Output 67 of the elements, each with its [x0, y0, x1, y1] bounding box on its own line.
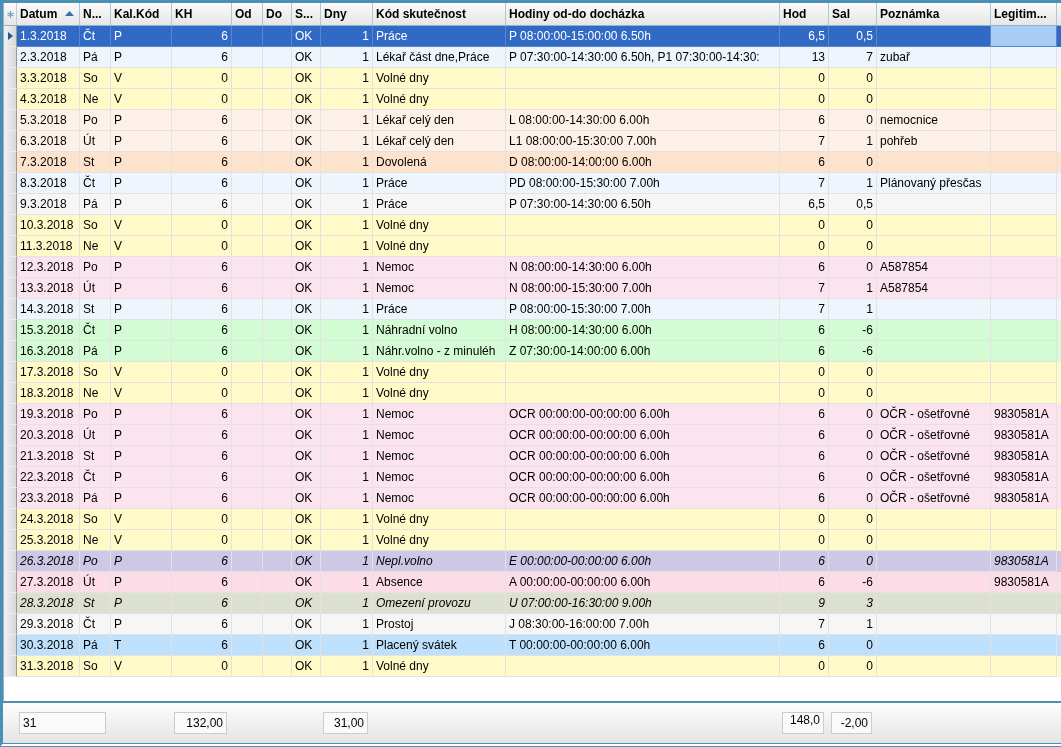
table-row[interactable]: 12.3.2018 Po P 6 OK 1 Nemoc N 08:00:00-14:30:00 6.00h 6 0 A587854 [4, 257, 1061, 278]
table-row[interactable]: 3.3.2018 So V 0 OK 1 Volné dny 0 0 [4, 68, 1061, 89]
sort-ascending-icon [65, 11, 74, 16]
row-selector[interactable] [4, 26, 17, 47]
table-cell [991, 26, 1057, 47]
table-row[interactable]: 9.3.2018 Pá P 6 OK 1 Práce P 07:30:00-14:30:00 6.50h 6,5 0,5 [4, 194, 1061, 215]
table-row[interactable]: 16.3.2018 Pá P 6 OK 1 Náhr.volno - z minuléh Z 07:30:00-14:00:00 6.00h 6 -6 [4, 341, 1061, 362]
table-row[interactable]: 2.3.2018 Pá P 6 OK 1 Lékař část dne,Práce P 07:30:00-14:30:00 6.50h, P1 07:30:00-14:30: 13 7 zubař [4, 47, 1061, 68]
table-row[interactable]: 1.3.2018 Čt P 6 OK 1 Práce P 08:00:00-15:00:00 6.50h 6,5 0,5 [4, 26, 1061, 47]
table-row[interactable]: 6.3.2018 Út P 6 OK 1 Lékař celý den L1 08:00:00-15:30:00 7.00h 7 1 pohřeb [4, 131, 1061, 152]
table-row[interactable]: 14.3.2018 St P 6 OK 1 Práce P 08:00:00-15:30:00 7.00h 7 1 [4, 299, 1061, 320]
table-cell: Volné dny [373, 656, 506, 677]
table-cell: 0 [172, 656, 232, 677]
total-field: 148,0 [782, 712, 824, 734]
column-header[interactable]: N... [80, 3, 111, 25]
table-row[interactable]: 5.3.2018 Po P 6 OK 1 Lékař celý den L 08:00:00-14:30:00 6.00h 6 0 nemocnice [4, 110, 1061, 131]
table-row[interactable]: 31.3.2018 So V 0 OK 1 Volné dny 0 0 [4, 656, 1061, 677]
column-header[interactable]: Hod [780, 3, 829, 25]
table-row[interactable]: 4.3.2018 Ne V 0 OK 1 Volné dny 0 0 [4, 89, 1061, 110]
table-row[interactable]: 22.3.2018 Čt P 6 OK 1 Nemoc OCR 00:00:00-00:00:00 6.00h 6 0 OČR - ošetřovné 9830581A [4, 467, 1061, 488]
table-row[interactable]: 29.3.2018 Čt P 6 OK 1 Prostoj J 08:30:00-16:00:00 7.00h 7 1 [4, 614, 1061, 635]
asterisk-icon[interactable] [6, 10, 14, 18]
table-cell [232, 656, 263, 677]
column-header[interactable]: Od [232, 3, 263, 25]
table-cell: V [111, 656, 172, 677]
column-header[interactable]: Hodiny od-do docházka [506, 3, 780, 25]
table-cell: 0 [829, 656, 877, 677]
table-cell: So [80, 656, 111, 677]
table-row[interactable]: 10.3.2018 So V 0 OK 1 Volné dny 0 0 [4, 215, 1061, 236]
table-row[interactable]: 17.3.2018 So V 0 OK 1 Volné dny 0 0 [4, 362, 1061, 383]
column-header[interactable]: Do [263, 3, 292, 25]
table-cell: 0 [780, 656, 829, 677]
table-row[interactable]: 7.3.2018 St P 6 OK 1 Dovolená D 08:00:00-14:00:00 6.00h 6 0 [4, 152, 1061, 173]
table-row[interactable]: 24.3.2018 So V 0 OK 1 Volné dny 0 0 [4, 509, 1061, 530]
table-row[interactable]: 25.3.2018 Ne V 0 OK 1 Volné dny 0 0 [4, 530, 1061, 551]
table-row[interactable]: 8.3.2018 Čt P 6 OK 1 Práce PD 08:00:00-15:30:00 7.00h 7 1 Plánovaný přesčas [4, 173, 1061, 194]
table-row[interactable]: 11.3.2018 Ne V 0 OK 1 Volné dny 0 0 [4, 236, 1061, 257]
table-row[interactable]: 20.3.2018 Út P 6 OK 1 Nemoc OCR 00:00:00-00:00:00 6.00h 6 0 OČR - ošetřovné 9830581A [4, 425, 1061, 446]
total-field: 31 [19, 712, 106, 734]
table-cell [991, 656, 1057, 677]
table-row[interactable]: 27.3.2018 Út P 6 OK 1 Absence A 00:00:00-00:00:00 6.00h 6 -6 9830581A [4, 572, 1061, 593]
table-row[interactable]: 26.3.2018 Po P 6 OK 1 Nepl.volno E 00:00:00-00:00:00 6.00h 6 0 9830581A [4, 551, 1061, 572]
total-field: 132,00 [174, 712, 227, 734]
table-cell: OK [292, 656, 321, 677]
table-row[interactable]: 28.3.2018 St P 6 OK 1 Omezení provozu U 07:00:00-16:30:00 9.00h 9 3 [4, 593, 1061, 614]
table-row[interactable]: 13.3.2018 Út P 6 OK 1 Nemoc N 08:00:00-15:30:00 7.00h 7 1 A587854 [4, 278, 1061, 299]
column-header[interactable]: Dny [321, 3, 373, 25]
column-header[interactable]: Datum [17, 3, 80, 25]
table-row[interactable]: 23.3.2018 Pá P 6 OK 1 Nemoc OCR 00:00:00-00:00:00 6.00h 6 0 OČR - ošetřovné 9830581A [4, 488, 1061, 509]
column-header[interactable]: Poznámka [877, 3, 991, 25]
table-row[interactable]: 21.3.2018 St P 6 OK 1 Nemoc OCR 00:00:00-00:00:00 6.00h 6 0 OČR - ošetřovné 9830581A [4, 446, 1061, 467]
column-header[interactable]: KH [172, 3, 232, 25]
column-header[interactable]: S... [292, 3, 321, 25]
table-row[interactable]: 30.3.2018 Pá T 6 OK 1 Placený svátek T 00:00:00-00:00:00 6.00h 6 0 [4, 635, 1061, 656]
table-row[interactable]: 18.3.2018 Ne V 0 OK 1 Volné dny 0 0 [4, 383, 1061, 404]
table-cell: 31.3.2018 [17, 656, 80, 677]
total-field: -2,00 [831, 712, 872, 734]
table-cell [263, 656, 292, 677]
table-row[interactable]: 19.3.2018 Po P 6 OK 1 Nemoc OCR 00:00:00-00:00:00 6.00h 6 0 OČR - ošetřovné 9830581A [4, 404, 1061, 425]
table-cell: 1 [321, 656, 373, 677]
column-header[interactable]: Sal [829, 3, 877, 25]
table-row[interactable]: 15.3.2018 Čt P 6 OK 1 Náhradní volno H 08:00:00-14:30:00 6.00h 6 -6 [4, 320, 1061, 341]
column-header[interactable]: Kód skutečnost [373, 3, 506, 25]
column-header[interactable]: Legitim... [991, 3, 1057, 25]
column-header[interactable]: Kal.Kód [111, 3, 172, 25]
total-field: 31,00 [323, 712, 368, 734]
current-row-icon [7, 32, 13, 40]
